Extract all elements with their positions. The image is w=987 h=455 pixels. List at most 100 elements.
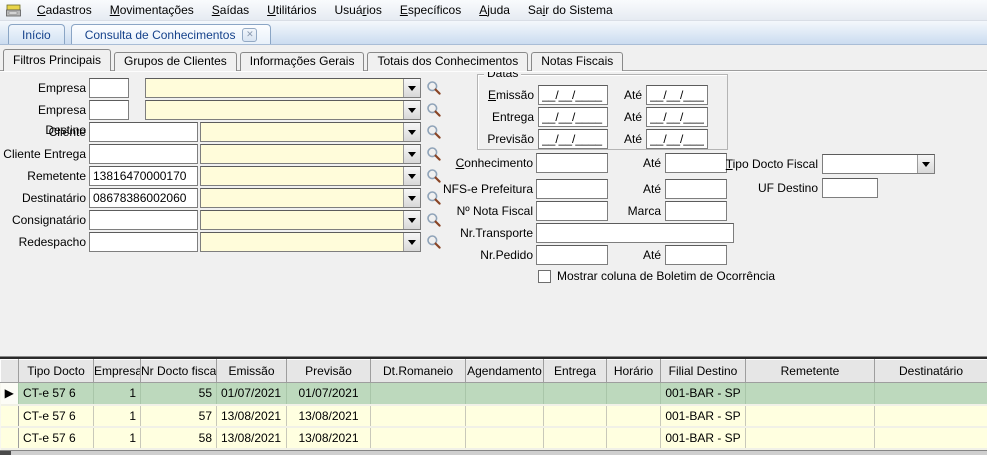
nr-pedido-ate-input[interactable] [665, 245, 727, 265]
nfse-prefeitura-input[interactable] [536, 179, 608, 199]
cell-empresa[interactable]: 1 [94, 427, 141, 449]
cell-dt-romaneio[interactable] [371, 405, 466, 427]
cell-nr-docto-fiscal[interactable]: 57 [141, 405, 217, 427]
col-horario[interactable]: Horário [607, 360, 661, 383]
cell-horario[interactable] [607, 383, 661, 405]
marca-input[interactable] [665, 201, 727, 221]
redespacho-combo[interactable] [200, 232, 421, 252]
menu-sair-do-sistema[interactable]: Sair do Sistema [519, 1, 622, 19]
cell-filial-destino[interactable]: 001-BAR - SP [661, 383, 746, 405]
row-selector[interactable] [1, 405, 19, 427]
cell-entrega[interactable] [544, 405, 607, 427]
cell-entrega[interactable] [544, 427, 607, 449]
empresa-combo[interactable] [145, 78, 421, 98]
col-dt-romaneio[interactable]: Dt.Romaneio [371, 360, 466, 383]
destinatario-combo[interactable] [200, 188, 421, 208]
conhecimento-input[interactable] [536, 153, 608, 173]
cliente-entrega-combo[interactable] [200, 144, 421, 164]
cell-destinatario[interactable] [875, 405, 987, 427]
tab-informacoes-gerais[interactable]: Informações Gerais [240, 52, 365, 71]
row-selector[interactable] [1, 427, 19, 449]
cell-empresa[interactable]: 1 [94, 383, 141, 405]
cell-remetente[interactable] [746, 427, 875, 449]
cell-previsao[interactable]: 13/08/2021 [287, 427, 371, 449]
col-nr-docto-fiscal[interactable]: Nr Docto fiscal [141, 360, 217, 383]
menu-movimentacoes[interactable]: Movimentações [101, 1, 203, 19]
destinatario-code-input[interactable] [89, 188, 198, 208]
col-entrega[interactable]: Entrega [544, 360, 607, 383]
cell-agendamento[interactable] [466, 383, 544, 405]
consignatario-combo[interactable] [200, 210, 421, 230]
dropdown-arrow-icon[interactable] [403, 123, 420, 141]
nr-pedido-input[interactable] [536, 245, 608, 265]
emissao-ate-date-input[interactable] [646, 85, 708, 105]
redespacho-code-input[interactable] [89, 232, 198, 252]
cell-filial-destino[interactable]: 001-BAR - SP [661, 405, 746, 427]
cell-agendamento[interactable] [466, 427, 544, 449]
uf-destino-input[interactable] [822, 178, 878, 198]
cell-nr-docto-fiscal[interactable]: 58 [141, 427, 217, 449]
col-tipo-docto[interactable]: Tipo Docto [19, 360, 94, 383]
menu-utilitarios[interactable]: Utilitários [258, 1, 325, 19]
table-row[interactable]: CT-e 57 6 1 58 13/08/2021 13/08/2021 001… [1, 427, 987, 449]
close-tab-icon[interactable]: ✕ [242, 28, 257, 42]
cell-dt-romaneio[interactable] [371, 383, 466, 405]
col-destinatario[interactable]: Destinatário [875, 360, 987, 383]
cliente-combo[interactable] [200, 122, 421, 142]
boletim-checkbox[interactable] [538, 270, 551, 283]
cell-emissao[interactable]: 13/08/2021 [217, 405, 287, 427]
col-remetente[interactable]: Remetente [746, 360, 875, 383]
nr-transporte-input[interactable] [536, 223, 734, 243]
table-row[interactable]: CT-e 57 6 1 57 13/08/2021 13/08/2021 001… [1, 405, 987, 427]
menu-cadastros[interactable]: Cadastros [28, 1, 101, 19]
tab-grupos-de-clientes[interactable]: Grupos de Clientes [114, 52, 237, 71]
cell-nr-docto-fiscal[interactable]: 55 [141, 383, 217, 405]
tab-notas-fiscais[interactable]: Notas Fiscais [531, 52, 623, 71]
tab-inicio[interactable]: Início [8, 24, 65, 44]
col-emissao[interactable]: Emissão [217, 360, 287, 383]
tab-consulta-de-conhecimentos[interactable]: Consulta de Conhecimentos ✕ [71, 24, 272, 44]
cell-tipo-docto[interactable]: CT-e 57 6 [19, 383, 94, 405]
cell-dt-romaneio[interactable] [371, 427, 466, 449]
remetente-combo[interactable] [200, 166, 421, 186]
cell-tipo-docto[interactable]: CT-e 57 6 [19, 427, 94, 449]
cell-emissao[interactable]: 13/08/2021 [217, 427, 287, 449]
dropdown-arrow-icon[interactable] [403, 101, 420, 119]
empresa-code-input[interactable] [89, 78, 129, 98]
cell-emissao[interactable]: 01/07/2021 [217, 383, 287, 405]
cell-agendamento[interactable] [466, 405, 544, 427]
tipo-docto-fiscal-combo[interactable] [822, 154, 935, 174]
col-filial-destino[interactable]: Filial Destino [661, 360, 746, 383]
cell-remetente[interactable] [746, 405, 875, 427]
consignatario-code-input[interactable] [89, 210, 198, 230]
col-empresa[interactable]: Empresa [94, 360, 141, 383]
cell-previsao[interactable]: 13/08/2021 [287, 405, 371, 427]
cliente-code-input[interactable] [89, 122, 198, 142]
entrega-date-input[interactable] [538, 107, 608, 127]
col-agendamento[interactable]: Agendamento [466, 360, 544, 383]
previsao-ate-date-input[interactable] [646, 129, 708, 149]
dropdown-arrow-icon[interactable] [403, 79, 420, 97]
tab-filtros-principais[interactable]: Filtros Principais [3, 49, 111, 71]
empresa-destino-code-input[interactable] [89, 100, 129, 120]
empresa-destino-combo[interactable] [145, 100, 421, 120]
cell-empresa[interactable]: 1 [94, 405, 141, 427]
menu-saidas[interactable]: Saídas [203, 1, 258, 19]
nota-fiscal-input[interactable] [536, 201, 608, 221]
menu-ajuda[interactable]: Ajuda [470, 1, 519, 19]
cell-tipo-docto[interactable]: CT-e 57 6 [19, 405, 94, 427]
cell-destinatario[interactable] [875, 427, 987, 449]
emissao-date-input[interactable] [538, 85, 608, 105]
table-row[interactable]: ▶ CT-e 57 6 1 55 01/07/2021 01/07/2021 0… [1, 383, 987, 405]
menu-usuarios[interactable]: Usuários [325, 1, 390, 19]
cell-remetente[interactable] [746, 383, 875, 405]
col-previsao[interactable]: Previsão [287, 360, 371, 383]
cell-destinatario[interactable] [875, 383, 987, 405]
cell-filial-destino[interactable]: 001-BAR - SP [661, 427, 746, 449]
tab-totais-dos-conhecimentos[interactable]: Totais dos Conhecimentos [367, 52, 528, 71]
cell-entrega[interactable] [544, 383, 607, 405]
cell-horario[interactable] [607, 405, 661, 427]
cell-horario[interactable] [607, 427, 661, 449]
previsao-date-input[interactable] [538, 129, 608, 149]
cell-previsao[interactable]: 01/07/2021 [287, 383, 371, 405]
